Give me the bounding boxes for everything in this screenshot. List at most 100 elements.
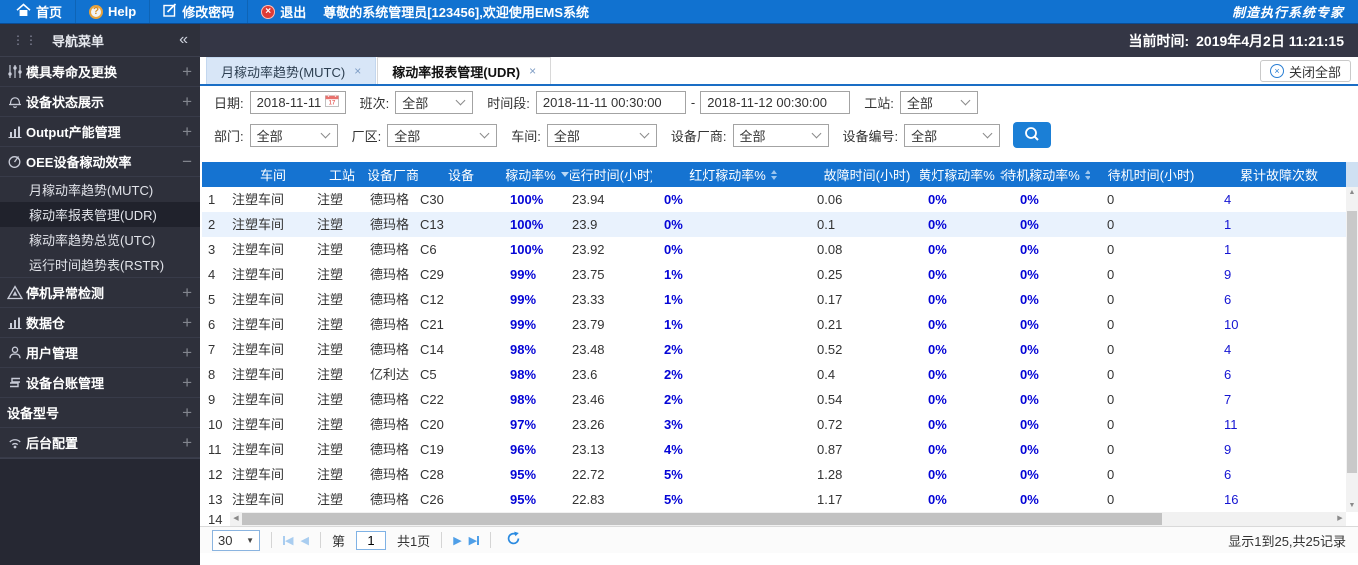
scroll-left-icon[interactable]: ◀ xyxy=(230,512,242,526)
sidebar-item[interactable]: 用户管理 + xyxy=(0,338,200,368)
sidebar-item[interactable]: 后台配置 + xyxy=(0,428,200,458)
dept-select[interactable]: 全部 xyxy=(249,123,338,147)
close-tab-icon[interactable]: × xyxy=(354,64,361,78)
tab[interactable]: 月稼动率趋势(MUTC) × xyxy=(206,57,377,84)
scroll-up-icon[interactable]: ▲ xyxy=(1346,187,1358,199)
home-button[interactable]: 首页 xyxy=(10,0,77,23)
table-row[interactable]: 8 注塑车间 注塑 亿利达 C5 98% 23.6 2% 0.4 0% 0% 0 6 xyxy=(202,362,1346,387)
cell-fault-hours: 0.25 xyxy=(817,267,843,282)
expand-section-icon[interactable]: + xyxy=(182,374,192,391)
column-header[interactable]: 累计故障次数 xyxy=(1212,162,1346,187)
shift-select[interactable]: 全部 xyxy=(395,90,474,114)
prev-page-button[interactable]: ◀ xyxy=(300,534,308,547)
cell-runtime: 22.72 xyxy=(572,467,605,482)
device-select[interactable]: 全部 xyxy=(904,123,1001,147)
column-header[interactable] xyxy=(202,162,230,187)
sidebar-item-label: OEE设备稼动效率 xyxy=(26,155,132,170)
expand-section-icon[interactable]: + xyxy=(182,314,192,331)
expand-section-icon[interactable]: + xyxy=(182,284,192,301)
workshop-select[interactable]: 全部 xyxy=(546,123,657,147)
column-header[interactable]: 设备厂商 xyxy=(368,162,418,187)
page-number-input[interactable] xyxy=(355,530,386,550)
time-from-input[interactable]: 2018-11-11 00:30:00 xyxy=(535,90,686,114)
cell-station: 注塑 xyxy=(317,217,344,232)
vertical-scrollbar[interactable]: ▲ ▼ xyxy=(1346,187,1358,512)
column-header[interactable]: 车间 xyxy=(230,162,316,187)
sidebar-item[interactable]: 设备台账管理 + xyxy=(0,368,200,398)
scroll-down-icon[interactable]: ▼ xyxy=(1346,500,1358,512)
time-to-input[interactable]: 2018-11-12 00:30:00 xyxy=(700,90,851,114)
table-row[interactable]: 7 注塑车间 注塑 德玛格 C14 98% 23.48 2% 0.52 0% 0% 0 4 xyxy=(202,337,1346,362)
column-header[interactable]: 工站 xyxy=(316,162,368,187)
sidebar-subitem[interactable]: 运行时间趋势表(RSTR) xyxy=(0,252,200,277)
column-header[interactable]: 故障时间(小时) xyxy=(814,162,920,187)
sidebar-subitem[interactable]: 月稼动率趋势(MUTC) xyxy=(0,177,200,202)
column-header[interactable]: 稼动率% xyxy=(504,162,570,187)
cell-device: C5 xyxy=(420,367,437,382)
sort-icon[interactable] xyxy=(770,169,777,180)
first-page-button[interactable]: ◀ xyxy=(283,534,293,547)
change-password-button[interactable]: 修改密码 xyxy=(150,0,249,23)
sidebar-item[interactable]: Output产能管理 + xyxy=(0,117,200,147)
help-icon: ? xyxy=(89,4,104,19)
column-header[interactable]: 设备 xyxy=(418,162,504,187)
date-input[interactable]: 2018-11-11 17 xyxy=(249,90,346,114)
cell-fault-hours: 0.54 xyxy=(817,392,843,407)
expand-section-icon[interactable]: + xyxy=(182,63,192,80)
table-row[interactable]: 3 注塑车间 注塑 德玛格 C6 100% 23.92 0% 0.08 0% 0% 0 1 xyxy=(202,237,1346,262)
sidebar-subitem[interactable]: 稼动率趋势总览(UTC) xyxy=(0,227,200,252)
pagination-bar: 30 ▼ ◀ ◀ 第 共1页 ▶ ▶ 显示1到25,共25记录 xyxy=(200,526,1358,553)
expand-section-icon[interactable]: + xyxy=(182,404,192,421)
search-button[interactable] xyxy=(1013,122,1052,148)
logout-button[interactable]: × 退出 xyxy=(248,0,319,23)
last-page-button[interactable]: ▶ xyxy=(469,534,480,547)
collapse-section-icon[interactable]: − xyxy=(182,153,192,170)
cell-yellow-rate: 0% xyxy=(928,317,947,332)
table-row[interactable]: 11 注塑车间 注塑 德玛格 C19 96% 23.13 4% 0.87 0% 0% 0 9 xyxy=(202,437,1346,462)
sidebar-item[interactable]: OEE设备稼动效率 − xyxy=(0,147,200,177)
horizontal-scroll-thumb[interactable] xyxy=(242,513,1162,525)
plant-select[interactable]: 全部 xyxy=(387,123,498,147)
sidebar-item[interactable]: 设备状态展示 + xyxy=(0,87,200,117)
expand-section-icon[interactable]: + xyxy=(182,123,192,140)
chevron-down-icon xyxy=(455,95,466,106)
tab[interactable]: 稼动率报表管理(UDR) × xyxy=(377,57,552,84)
table-row[interactable]: 2 注塑车间 注塑 德玛格 C13 100% 23.9 0% 0.1 0% 0% 0 1 xyxy=(202,212,1346,237)
next-page-button[interactable]: ▶ xyxy=(453,534,461,547)
close-all-button[interactable]: × 关闭全部 xyxy=(1259,60,1351,82)
table-row[interactable]: 10 注塑车间 注塑 德玛格 C20 97% 23.26 3% 0.72 0% 0% 0 11 xyxy=(202,412,1346,437)
close-tab-icon[interactable]: × xyxy=(529,64,536,78)
table-row[interactable]: 1 注塑车间 注塑 德玛格 C30 100% 23.94 0% 0.06 0% 0% 0 4 xyxy=(202,187,1346,212)
sort-desc-icon[interactable] xyxy=(560,172,569,177)
expand-section-icon[interactable]: + xyxy=(182,344,192,361)
sidebar-subitem[interactable]: 稼动率报表管理(UDR) xyxy=(0,202,200,227)
vendor-select[interactable]: 全部 xyxy=(732,123,829,147)
expand-section-icon[interactable]: + xyxy=(182,93,192,110)
table-row[interactable]: 13 注塑车间 注塑 德玛格 C26 95% 22.83 5% 1.17 0% 0% 0 16 xyxy=(202,487,1346,512)
calendar-icon[interactable]: 17 xyxy=(324,94,339,110)
column-header[interactable]: 红灯稼动率% xyxy=(652,162,814,187)
sidebar-item[interactable]: 模具寿命及更换 + xyxy=(0,57,200,87)
column-header[interactable]: 待机时间(小时) xyxy=(1090,162,1212,187)
table-row[interactable]: 4 注塑车间 注塑 德玛格 C29 99% 23.75 1% 0.25 0% 0% 0 9 xyxy=(202,262,1346,287)
sidebar-item[interactable]: 停机异常检测 + xyxy=(0,278,200,308)
help-button[interactable]: ? Help xyxy=(76,0,151,23)
sidebar-item[interactable]: 数据仓 + xyxy=(0,308,200,338)
cell-standby-rate: 0% xyxy=(1020,267,1039,282)
table-row[interactable]: 5 注塑车间 注塑 德玛格 C12 99% 23.33 1% 0.17 0% 0% 0 6 xyxy=(202,287,1346,312)
horizontal-scrollbar[interactable]: ◀ ▶ xyxy=(230,512,1346,526)
scroll-right-icon[interactable]: ▶ xyxy=(1334,512,1346,526)
page-size-select[interactable]: 30 ▼ xyxy=(212,529,260,551)
table-row[interactable]: 12 注塑车间 注塑 德玛格 C28 95% 22.72 5% 1.28 0% 0% 0 6 xyxy=(202,462,1346,487)
collapse-sidebar-icon[interactable]: « xyxy=(179,31,188,49)
refresh-button[interactable] xyxy=(506,531,521,549)
table-row[interactable]: 6 注塑车间 注塑 德玛格 C21 99% 23.79 1% 0.21 0% 0% 0 10 xyxy=(202,312,1346,337)
vertical-scroll-thumb[interactable] xyxy=(1347,211,1357,473)
column-header[interactable]: 运行时间(小时) xyxy=(570,162,652,187)
table-row[interactable]: 9 注塑车间 注塑 德玛格 C22 98% 23.46 2% 0.54 0% 0% 0 7 xyxy=(202,387,1346,412)
column-header[interactable]: 待机稼动率% xyxy=(1004,162,1090,187)
expand-section-icon[interactable]: + xyxy=(182,434,192,451)
station-select[interactable]: 全部 xyxy=(899,90,978,114)
column-header[interactable]: 黄灯稼动率% xyxy=(920,162,1004,187)
sidebar-item[interactable]: 设备型号 + xyxy=(0,398,200,428)
